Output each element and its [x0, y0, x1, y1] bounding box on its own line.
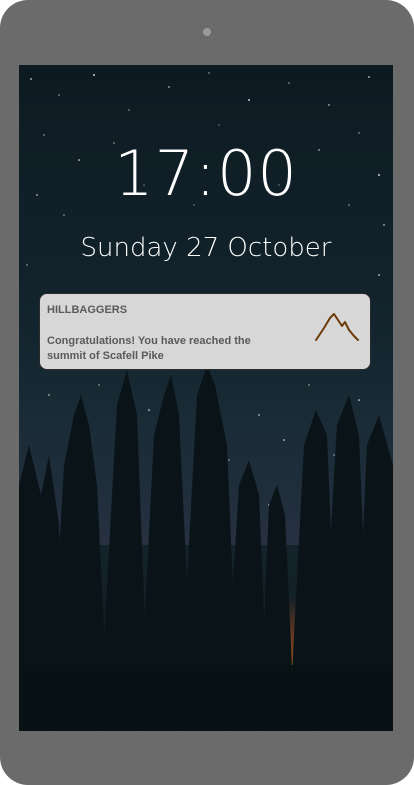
device-frame: 17:00 Sunday 27 October HILLBAGGERS Cong…: [0, 0, 414, 785]
lock-screen[interactable]: 17:00 Sunday 27 October HILLBAGGERS Cong…: [19, 65, 393, 731]
notification-message: Congratulations! You have reached the su…: [47, 335, 251, 362]
lockscreen-clock: 17:00: [114, 137, 298, 210]
lockscreen-date: Sunday 27 October: [80, 233, 332, 263]
front-camera: [203, 28, 211, 36]
mountain-icon: [315, 313, 359, 341]
notification-card[interactable]: HILLBAGGERS Congratulations! You have re…: [39, 293, 371, 370]
notification-app-name: HILLBAGGERS: [47, 304, 128, 316]
